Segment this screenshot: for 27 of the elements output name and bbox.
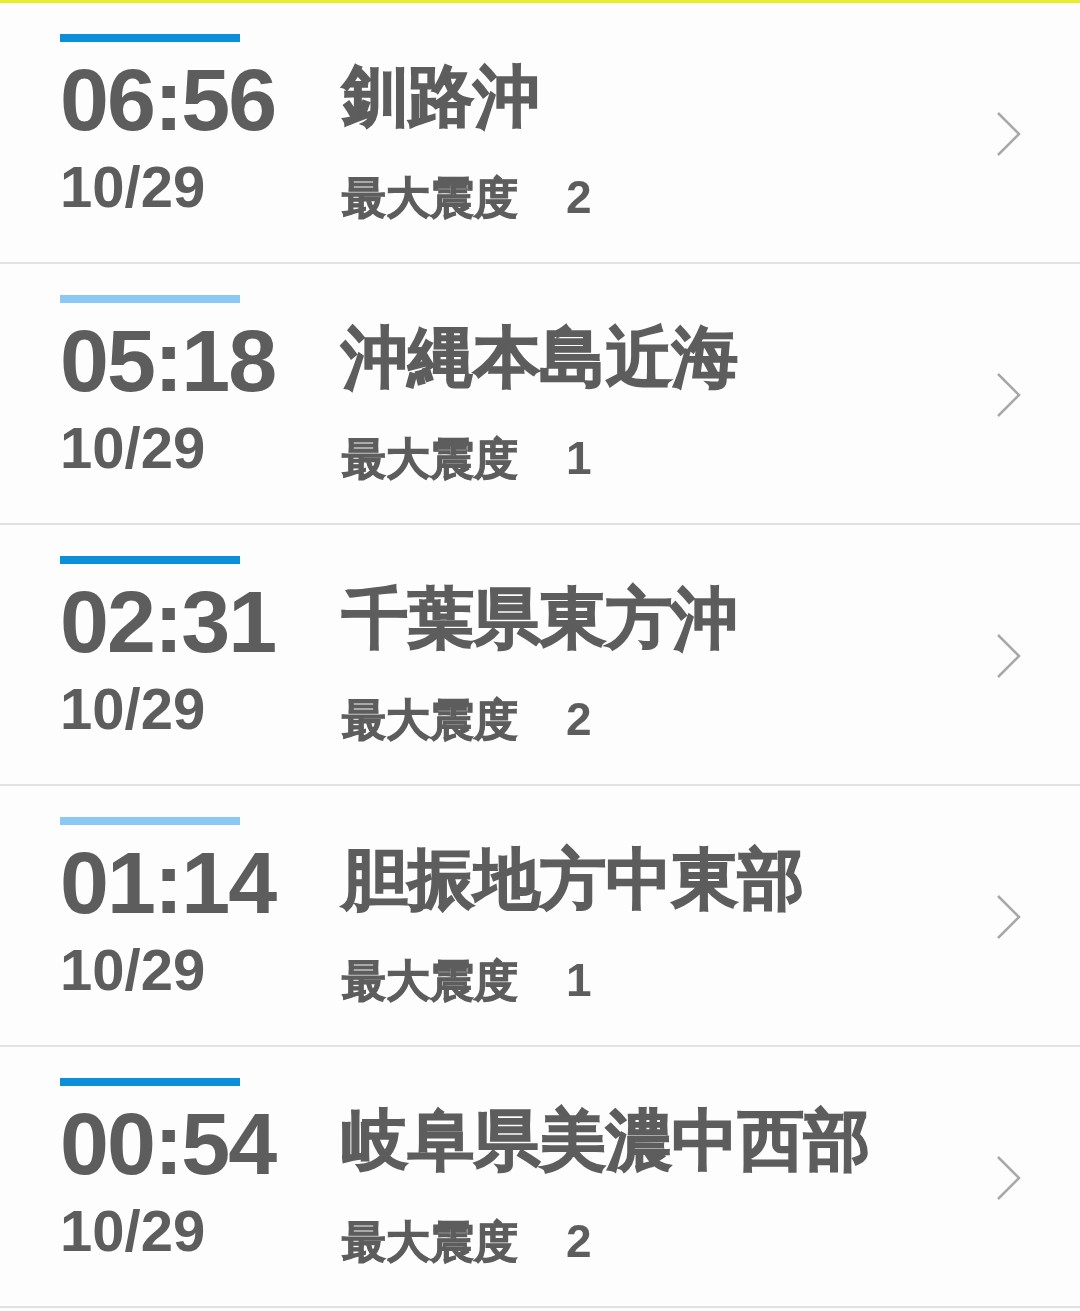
chevron-right-icon	[996, 372, 1022, 418]
intensity-value: 2	[566, 696, 592, 742]
epicenter-name: 沖縄本島近海	[342, 325, 738, 391]
quake-time: 02:31	[60, 578, 277, 666]
quake-date: 10/29	[60, 941, 207, 999]
quake-date: 10/29	[60, 419, 207, 477]
quake-time: 00:54	[60, 1100, 278, 1188]
quake-date: 10/29	[60, 680, 207, 738]
intensity-value: 1	[566, 435, 592, 481]
intensity-label: 最大震度	[342, 1220, 518, 1264]
intensity-label: 最大震度	[342, 176, 518, 220]
chevron-right-icon	[996, 1155, 1022, 1201]
chevron-right-icon	[996, 894, 1022, 940]
quake-date: 10/29	[60, 1202, 207, 1260]
chevron-right-icon	[996, 633, 1022, 679]
quake-date: 10/29	[60, 158, 207, 216]
intensity-label: 最大震度	[342, 698, 518, 742]
quake-time: 05:18	[60, 317, 277, 405]
intensity-label: 最大震度	[342, 959, 518, 1003]
epicenter-name: 釧路沖	[342, 64, 541, 130]
chevron-right-icon	[996, 111, 1022, 157]
quake-time: 06:56	[60, 56, 277, 144]
intensity-value: 1	[566, 957, 592, 1003]
intensity-value: 2	[566, 174, 592, 220]
intensity-label: 最大震度	[342, 437, 518, 481]
intensity-value: 2	[566, 1218, 592, 1264]
quake-time: 01:14	[60, 839, 278, 927]
